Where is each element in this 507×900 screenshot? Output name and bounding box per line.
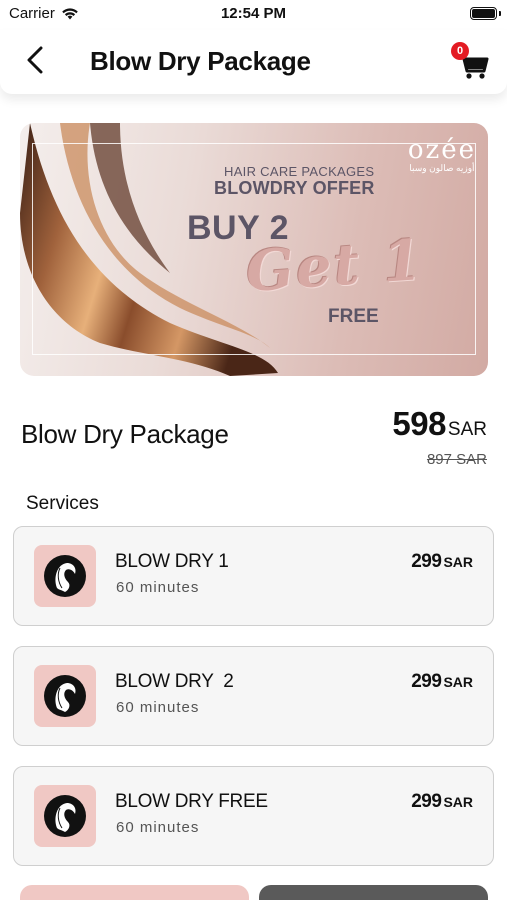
service-price-currency: SAR [443,554,473,570]
book-now-button[interactable] [259,885,488,900]
page-title: Blow Dry Package [90,46,311,76]
status-bar: Carrier 12:54 PM [0,0,507,30]
service-price-currency: SAR [443,674,473,690]
service-duration: 60 minutes [116,819,200,836]
battery-icon [470,7,497,20]
service-card[interactable]: BLOW DRY 2 60 minutes 299 SAR [13,646,494,746]
package-banner[interactable]: ozée أوزيه صالون وسبا HAIR CARE PACKAGES… [20,123,488,376]
service-card[interactable]: BLOW DRY FREE 60 minutes 299 SAR [13,766,494,866]
woman-hair-icon [44,675,86,717]
service-card[interactable]: BLOW DRY 1 60 minutes 299 SAR [13,526,494,626]
package-price-amount: 598 [392,405,446,442]
battery-tip [499,11,501,16]
service-icon-box [34,665,96,727]
status-time: 12:54 PM [220,5,287,22]
service-duration: 60 minutes [116,579,200,596]
banner-line1: HAIR CARE PACKAGES [224,164,375,179]
banner-line2: BLOWDRY OFFER [214,178,375,198]
woman-hair-icon [44,555,86,597]
service-icon-box [34,545,96,607]
service-price: 299 SAR [411,551,473,573]
banner-get-text: Get 1 [243,226,426,306]
service-price: 299 SAR [411,671,473,693]
cart-button[interactable]: 0 [451,42,491,80]
package-price-currency: SAR [447,419,487,440]
service-price: 299 SAR [411,791,473,813]
service-icon-box [34,785,96,847]
services-heading: Services [26,493,99,514]
service-name: BLOW DRY FREE [115,791,268,812]
banner-free-text: FREE [328,306,379,327]
back-button[interactable] [20,44,50,76]
service-price-amount: 299 [411,791,442,812]
service-name: BLOW DRY 2 [115,671,234,692]
package-old-price: 897 SAR [426,451,487,468]
nav-bar: Blow Dry Package 0 [0,30,507,94]
service-price-currency: SAR [443,794,473,810]
brand-subtitle: أوزيه صالون وسبا [409,163,475,173]
package-title: Blow Dry Package [21,419,229,449]
package-price: 598 SAR [392,405,487,443]
service-name: BLOW DRY 1 [115,551,229,572]
battery-fill [472,9,495,18]
cart-count-badge: 0 [451,42,469,60]
brand-name: ozée [407,135,476,165]
brand-logo: ozée أوزيه صالون وسبا [408,135,476,174]
service-price-amount: 299 [411,671,442,692]
service-price-amount: 299 [411,551,442,572]
add-to-cart-button[interactable] [20,885,249,900]
woman-hair-icon [44,795,86,837]
service-duration: 60 minutes [116,699,200,716]
chevron-left-icon [27,46,43,74]
